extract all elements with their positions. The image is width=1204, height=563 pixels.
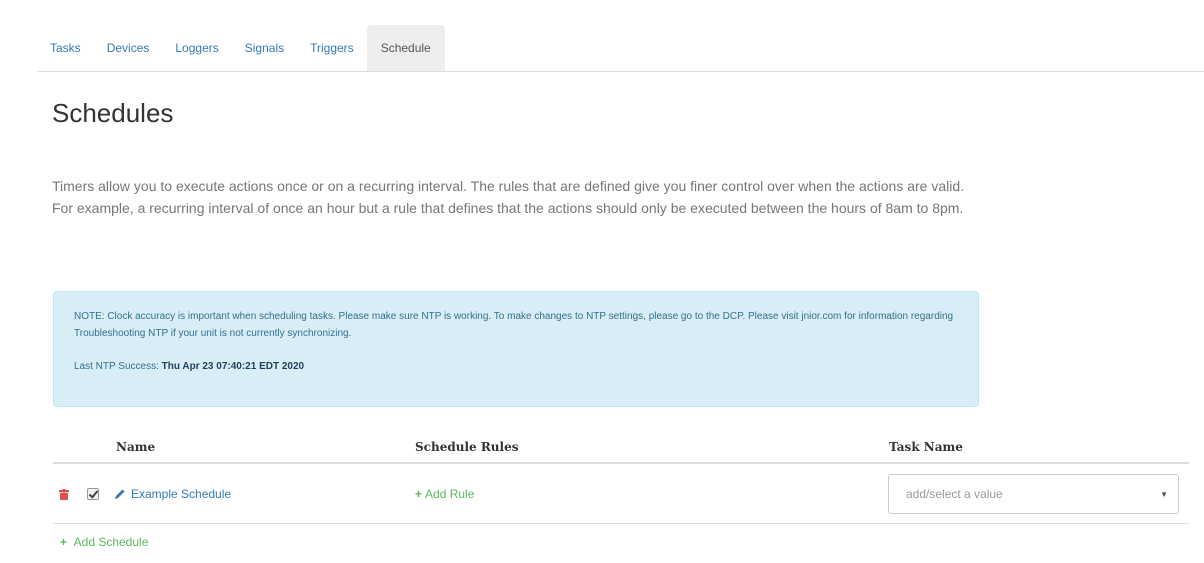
tab-loggers[interactable]: Loggers — [162, 25, 231, 71]
header-name: Name — [116, 440, 156, 454]
table-header: Name Schedule Rules Task Name — [53, 434, 1189, 464]
schedule-name-link[interactable]: Example Schedule — [131, 487, 231, 501]
caret-down-icon: ▼ — [1160, 489, 1168, 499]
ntp-note-text: NOTE: Clock accuracy is important when s… — [74, 311, 954, 339]
header-task-name: Task Name — [889, 440, 963, 454]
tab-schedule[interactable]: Schedule — [366, 25, 445, 71]
table-row: Example Schedule + Add Rule add/select a… — [53, 464, 1189, 524]
add-schedule-button[interactable]: + Add Schedule — [60, 534, 148, 549]
plus-icon: + — [415, 487, 423, 501]
delete-schedule-button[interactable] — [59, 464, 69, 524]
pencil-icon — [115, 489, 125, 499]
tab-tasks[interactable]: Tasks — [37, 25, 94, 71]
add-schedule-label: Add Schedule — [73, 535, 149, 549]
add-rule-label: Add Rule — [425, 487, 475, 501]
ntp-timestamp: Thu Apr 23 07:40:21 EDT 2020 — [161, 361, 305, 372]
enable-schedule-checkbox[interactable] — [87, 464, 99, 524]
task-select-placeholder: add/select a value — [906, 487, 1003, 501]
intro-text: Timers allow you to execute actions once… — [52, 178, 965, 216]
ntp-info-alert: NOTE: Clock accuracy is important when s… — [53, 291, 979, 407]
tab-signals[interactable]: Signals — [232, 25, 297, 71]
add-rule-button[interactable]: + Add Rule — [415, 464, 474, 524]
ntp-label: Last NTP Success: — [74, 361, 159, 372]
ntp-status: Last NTP Success: Thu Apr 23 07:40:21 ED… — [74, 358, 958, 375]
tab-triggers[interactable]: Triggers — [297, 25, 367, 71]
tab-bar: Tasks Devices Loggers Signals Triggers S… — [37, 25, 1204, 72]
header-schedule-rules: Schedule Rules — [415, 440, 519, 454]
edit-schedule-name[interactable]: Example Schedule — [114, 464, 231, 524]
schedules-table: Name Schedule Rules Task Name Example Sc… — [53, 434, 1189, 549]
task-select-cell: add/select a value ▼ — [888, 464, 1179, 524]
checkbox-icon — [87, 488, 99, 500]
tab-devices[interactable]: Devices — [94, 25, 163, 71]
task-name-select[interactable]: add/select a value ▼ — [888, 474, 1179, 514]
page-title: Schedules — [52, 98, 174, 128]
plus-icon: + — [60, 535, 68, 549]
trash-icon — [59, 488, 69, 500]
